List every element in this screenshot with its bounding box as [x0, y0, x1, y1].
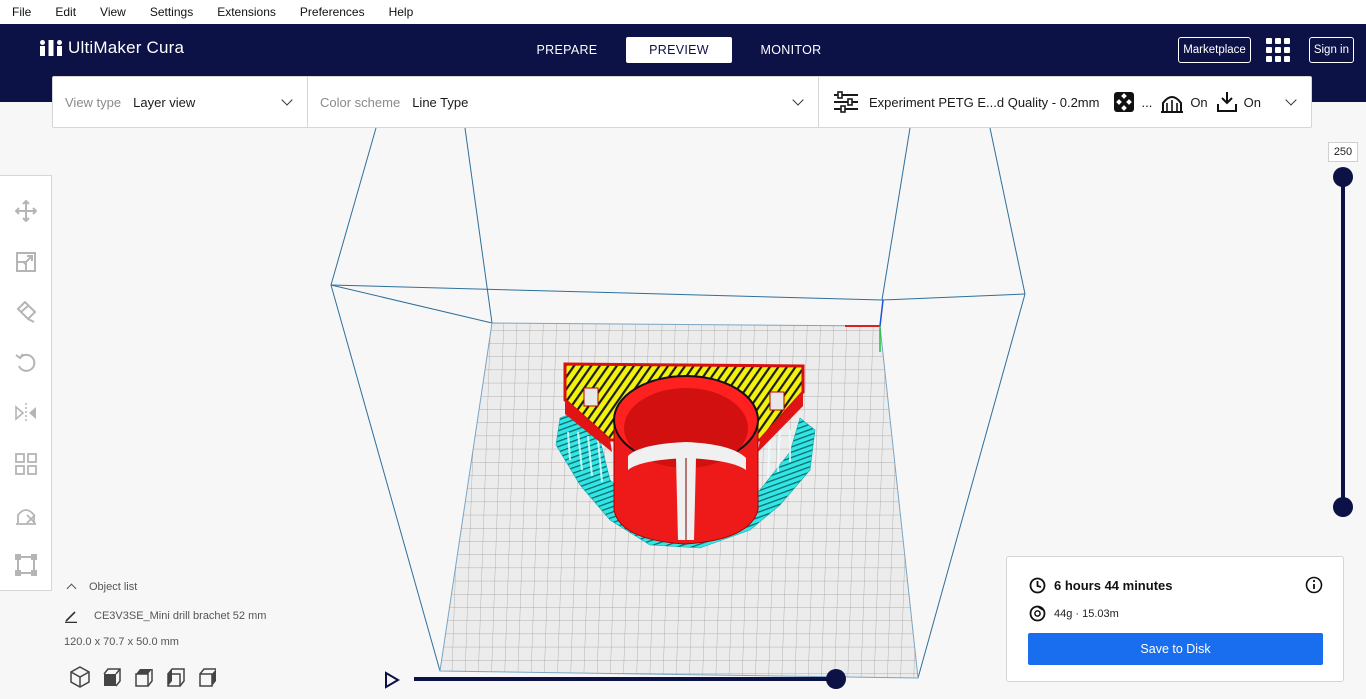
- path-slider-handle[interactable]: [826, 669, 846, 689]
- spool-icon: [1029, 605, 1046, 622]
- print-time-row: 6 hours 44 minutes: [1029, 577, 1172, 594]
- cube-left-icon: [167, 668, 185, 687]
- view-right-button[interactable]: [192, 664, 224, 690]
- chevron-down-icon: [281, 94, 293, 106]
- menu-file[interactable]: File: [0, 5, 43, 19]
- menu-extensions[interactable]: Extensions: [205, 5, 288, 19]
- per-model-settings-icon: [14, 452, 37, 475]
- scale-tool-button[interactable]: [6, 237, 46, 288]
- layer-number-label[interactable]: 250: [1328, 142, 1358, 162]
- support-icon: [1160, 91, 1184, 113]
- rotate-tool-button[interactable]: [6, 338, 46, 389]
- move-tool-button[interactable]: [6, 186, 46, 237]
- z-axis-indicator: [879, 299, 884, 327]
- adhesion-value: On: [1243, 94, 1261, 110]
- view-type-value: Layer view: [133, 94, 196, 110]
- sliders-icon: [834, 91, 858, 113]
- print-time: 6 hours 44 minutes: [1054, 578, 1173, 593]
- view-left-button[interactable]: [160, 664, 192, 690]
- apps-grid-icon[interactable]: [1265, 37, 1291, 63]
- mirror-icon: [14, 403, 36, 424]
- view-type-dropdown[interactable]: View type Layer view: [53, 77, 308, 127]
- view-top-button[interactable]: [128, 664, 160, 690]
- paintbrush-icon: [16, 301, 36, 324]
- tab-prepare[interactable]: PREPARE: [514, 37, 620, 63]
- mirror-tool-button[interactable]: [6, 388, 46, 439]
- stage-tabs: PREPARE PREVIEW MONITOR: [514, 37, 850, 63]
- object-name: CE3V3SE_Mini drill brachet 52 mm: [94, 610, 267, 622]
- layer-slider-track[interactable]: [1341, 177, 1345, 508]
- adhesion-icon: [1216, 91, 1238, 113]
- per-model-settings-button[interactable]: [6, 439, 46, 490]
- menu-view[interactable]: View: [88, 5, 138, 19]
- object-list-title: Object list: [89, 581, 138, 593]
- app-title: UltiMaker Cura: [68, 38, 185, 57]
- view-front-button[interactable]: [96, 664, 128, 690]
- color-scheme-label: Color scheme: [320, 94, 401, 110]
- support-blocker-button[interactable]: [6, 489, 46, 540]
- chevron-up-icon: [66, 583, 77, 594]
- menu-bar: File Edit View Settings Extensions Prefe…: [0, 0, 1366, 24]
- clock-icon: [1029, 577, 1046, 594]
- color-scheme-dropdown[interactable]: Color scheme Line Type: [308, 77, 819, 127]
- chevron-down-icon: [792, 94, 804, 106]
- path-slider-track[interactable]: [414, 677, 838, 681]
- save-to-disk-button[interactable]: Save to Disk: [1028, 633, 1323, 665]
- material-usage: 44g · 15.03m: [1054, 607, 1119, 620]
- object-dimensions: 120.0 x 70.7 x 50.0 mm: [64, 636, 179, 648]
- ultimaker-logo-icon: [40, 40, 62, 56]
- cube-top-icon: [135, 669, 153, 687]
- info-icon[interactable]: [1305, 576, 1323, 594]
- support-value: On: [1190, 94, 1208, 110]
- profile-name: Experiment PETG E...d Quality - 0.2mm: [869, 94, 1100, 110]
- layer-slider-lower-handle[interactable]: [1333, 497, 1353, 517]
- color-scheme-value: Line Type: [412, 94, 469, 110]
- print-info-panel: 6 hours 44 minutes 44g · 15.03m Save to …: [1006, 556, 1344, 682]
- pencil-icon[interactable]: [64, 609, 78, 623]
- view-settings-bar: View type Layer view Color scheme Line T…: [52, 76, 1312, 128]
- object-list-toggle[interactable]: Object list: [64, 578, 266, 596]
- menu-settings[interactable]: Settings: [138, 5, 205, 19]
- material-usage-row: 44g · 15.03m: [1029, 605, 1119, 622]
- rotate-icon: [14, 353, 35, 372]
- cube-3d-icon: [70, 666, 90, 688]
- paint-tool-button[interactable]: [6, 287, 46, 338]
- cube-front-icon: [103, 668, 121, 687]
- menu-edit[interactable]: Edit: [43, 5, 88, 19]
- menu-help[interactable]: Help: [377, 5, 426, 19]
- support-blocker-icon: [15, 509, 36, 526]
- tool-panel: [0, 175, 52, 591]
- header-actions: Marketplace Sign in: [1178, 37, 1354, 63]
- chevron-down-icon: [1285, 94, 1297, 106]
- view-type-label: View type: [65, 94, 122, 110]
- move-icon: [14, 200, 37, 223]
- scale-icon: [15, 251, 36, 272]
- marketplace-button[interactable]: Marketplace: [1178, 37, 1251, 63]
- play-icon[interactable]: [384, 671, 400, 689]
- camera-view-buttons: [64, 664, 224, 690]
- infill-icon: [1113, 91, 1135, 113]
- cube-right-icon: [199, 668, 216, 687]
- infill-value: ...: [1141, 94, 1153, 110]
- print-settings-dropdown[interactable]: Experiment PETG E...d Quality - 0.2mm ..…: [819, 77, 1311, 127]
- bounding-box-icon: [14, 553, 37, 576]
- object-list-item[interactable]: CE3V3SE_Mini drill brachet 52 mm: [64, 608, 266, 624]
- select-all-tool-button[interactable]: [6, 540, 46, 591]
- view-3d-button[interactable]: [64, 664, 96, 690]
- object-list-panel: Object list CE3V3SE_Mini drill brachet 5…: [64, 578, 266, 648]
- app-logo: UltiMaker Cura: [40, 38, 184, 58]
- tab-preview[interactable]: PREVIEW: [626, 37, 732, 63]
- tab-monitor[interactable]: MONITOR: [738, 37, 844, 63]
- signin-button[interactable]: Sign in: [1308, 37, 1354, 63]
- menu-preferences[interactable]: Preferences: [288, 5, 377, 19]
- layer-slider-upper-handle[interactable]: [1333, 167, 1353, 187]
